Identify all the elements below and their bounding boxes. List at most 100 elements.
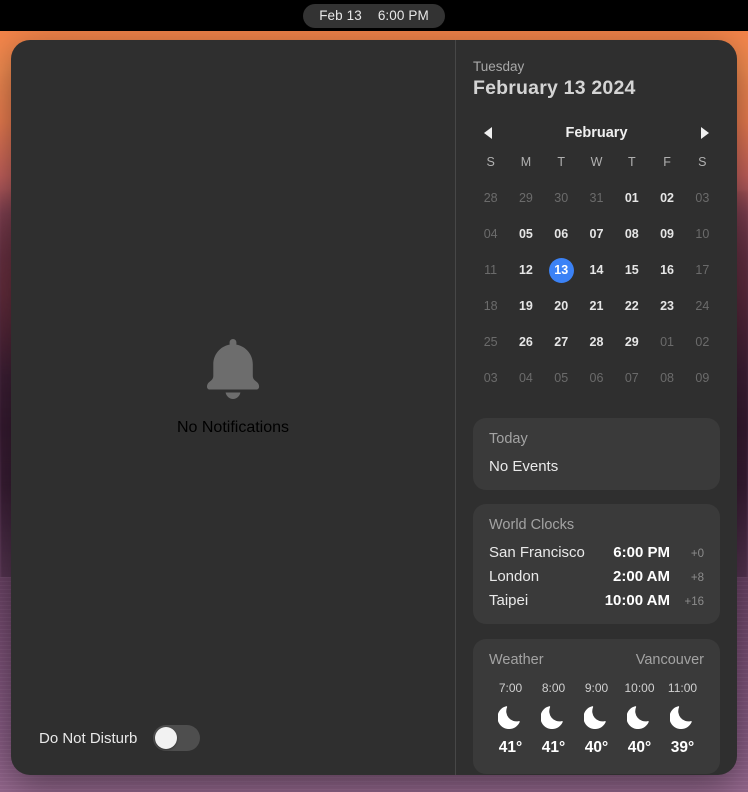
- calendar-day-30[interactable]: 30: [544, 180, 579, 216]
- weather-hour-column: 11:00 39°: [661, 681, 704, 757]
- calendar-day-29[interactable]: 29: [614, 324, 649, 360]
- calendar-day-07[interactable]: 07: [579, 216, 614, 252]
- calendar-day-20[interactable]: 20: [544, 288, 579, 324]
- calendar-nav: February: [473, 125, 720, 141]
- chevron-right-icon[interactable]: [699, 126, 711, 140]
- calendar-day-03[interactable]: 03: [473, 360, 508, 396]
- calendar-day-number: 02: [660, 191, 675, 205]
- calendar-day-24[interactable]: 24: [685, 288, 720, 324]
- calendar-day-11[interactable]: 11: [473, 252, 508, 288]
- calendar-day-04[interactable]: 04: [508, 360, 543, 396]
- calendar-day-number: 12: [518, 263, 533, 277]
- calendar-day-number: 01: [660, 335, 675, 349]
- weather-hour-column: 8:00 41°: [532, 681, 575, 757]
- notifications-section: No Notifications Do Not Disturb: [11, 40, 455, 775]
- calendar-day-31[interactable]: 31: [579, 180, 614, 216]
- bell-icon: [205, 337, 261, 399]
- calendar-day-headers: SMTWTFS: [473, 155, 720, 180]
- calendar-day-number: 20: [554, 299, 569, 313]
- calendar-day-16[interactable]: 16: [649, 252, 684, 288]
- chevron-left-icon[interactable]: [482, 126, 494, 140]
- world-clock-offset: +0: [690, 548, 704, 560]
- world-clocks-title: World Clocks: [489, 517, 575, 533]
- weather-widget[interactable]: Weather Vancouver 7:00 41° 8:00 41° 9:00 40° 1…: [473, 639, 720, 774]
- calendar-day-03[interactable]: 03: [685, 180, 720, 216]
- weather-hour-time: 9:00: [584, 681, 609, 695]
- notifications-empty-label: No Notifications: [176, 418, 290, 436]
- weather-hour-time: 7:00: [498, 681, 523, 695]
- calendar-day-13[interactable]: 13: [544, 252, 579, 288]
- do-not-disturb-row: Do Not Disturb: [39, 725, 201, 751]
- calendar-day-number: 11: [484, 263, 498, 277]
- calendar-day-25[interactable]: 25: [473, 324, 508, 360]
- calendar-dow-5: F: [663, 155, 671, 169]
- calendar-day-number: 05: [554, 371, 569, 385]
- calendar-day-number: 04: [483, 227, 498, 241]
- calendar-day-number: 09: [695, 371, 710, 385]
- calendar-day-26[interactable]: 26: [508, 324, 543, 360]
- calendar-day-number: 07: [624, 371, 639, 385]
- menubar-clock[interactable]: Feb 13 6:00 PM: [303, 3, 445, 28]
- calendar-day-08[interactable]: 08: [614, 216, 649, 252]
- weather-hour-column: 10:00 40°: [618, 681, 661, 757]
- world-clocks-widget[interactable]: World Clocks San Francisco 6:00 PM +0 Londo…: [473, 504, 720, 624]
- calendar-day-23[interactable]: 23: [649, 288, 684, 324]
- calendar-day-28[interactable]: 28: [473, 180, 508, 216]
- calendar-day-06[interactable]: 06: [579, 360, 614, 396]
- calendar-day-18[interactable]: 18: [473, 288, 508, 324]
- calendar-day-number: 27: [554, 335, 569, 349]
- calendar-day-number: 31: [589, 191, 604, 205]
- world-clock-city: London: [489, 568, 540, 585]
- calendar-day-19[interactable]: 19: [508, 288, 543, 324]
- calendar-day-27[interactable]: 27: [544, 324, 579, 360]
- calendar-day-09[interactable]: 09: [685, 360, 720, 396]
- calendar-dow-0: S: [486, 155, 495, 169]
- events-title: Today: [489, 431, 528, 447]
- menubar-date: Feb 13: [319, 7, 362, 23]
- calendar-day-number: 21: [589, 299, 604, 313]
- crescent-moon-icon: [539, 704, 567, 730]
- calendar-day-08[interactable]: 08: [649, 360, 684, 396]
- world-clock-offset: +8: [690, 572, 704, 584]
- world-clock-row: San Francisco 6:00 PM +0: [489, 544, 704, 561]
- calendar-day-01[interactable]: 01: [614, 180, 649, 216]
- calendar-day-28[interactable]: 28: [579, 324, 614, 360]
- calendar-day-number: 06: [589, 371, 604, 385]
- calendar-day-number: 03: [483, 371, 498, 385]
- world-clock-offset: +16: [684, 596, 704, 608]
- do-not-disturb-toggle[interactable]: [153, 725, 201, 751]
- calendar-day-04[interactable]: 04: [473, 216, 508, 252]
- calendar-day-21[interactable]: 21: [579, 288, 614, 324]
- calendar-day-number: 25: [483, 335, 498, 349]
- calendar-day-07[interactable]: 07: [614, 360, 649, 396]
- calendar-day-12[interactable]: 12: [508, 252, 543, 288]
- calendar-day-02[interactable]: 02: [649, 180, 684, 216]
- crescent-moon-icon: [668, 704, 696, 730]
- calendar-day-05[interactable]: 05: [544, 360, 579, 396]
- crescent-moon-icon: [582, 704, 610, 730]
- menubar-time: 6:00 PM: [377, 7, 429, 23]
- events-widget[interactable]: Today No Events: [473, 418, 720, 490]
- weather-title: Weather: [489, 652, 544, 668]
- calendar-dow-2: T: [557, 155, 566, 169]
- date-header: Tuesday February 13 2024: [473, 59, 720, 100]
- calendar-day-number: 01: [624, 191, 639, 205]
- calendar-day-number: 14: [589, 263, 604, 277]
- weather-hour-temp: 41°: [498, 739, 523, 756]
- world-clock-city: San Francisco: [489, 544, 585, 561]
- calendar-day-06[interactable]: 06: [544, 216, 579, 252]
- calendar-day-29[interactable]: 29: [508, 180, 543, 216]
- calendar-day-number: 05: [518, 227, 533, 241]
- calendar-day-10[interactable]: 10: [685, 216, 720, 252]
- world-clock-city: Taipei: [489, 592, 529, 609]
- calendar-day-02[interactable]: 02: [685, 324, 720, 360]
- calendar-day-17[interactable]: 17: [685, 252, 720, 288]
- calendar-day-22[interactable]: 22: [614, 288, 649, 324]
- calendar-day-09[interactable]: 09: [649, 216, 684, 252]
- calendar-day-14[interactable]: 14: [579, 252, 614, 288]
- calendar-day-15[interactable]: 15: [614, 252, 649, 288]
- calendar-dow-4: T: [627, 155, 636, 169]
- calendar-day-01[interactable]: 01: [649, 324, 684, 360]
- calendar-day-05[interactable]: 05: [508, 216, 543, 252]
- calendar-day-number: 04: [518, 371, 533, 385]
